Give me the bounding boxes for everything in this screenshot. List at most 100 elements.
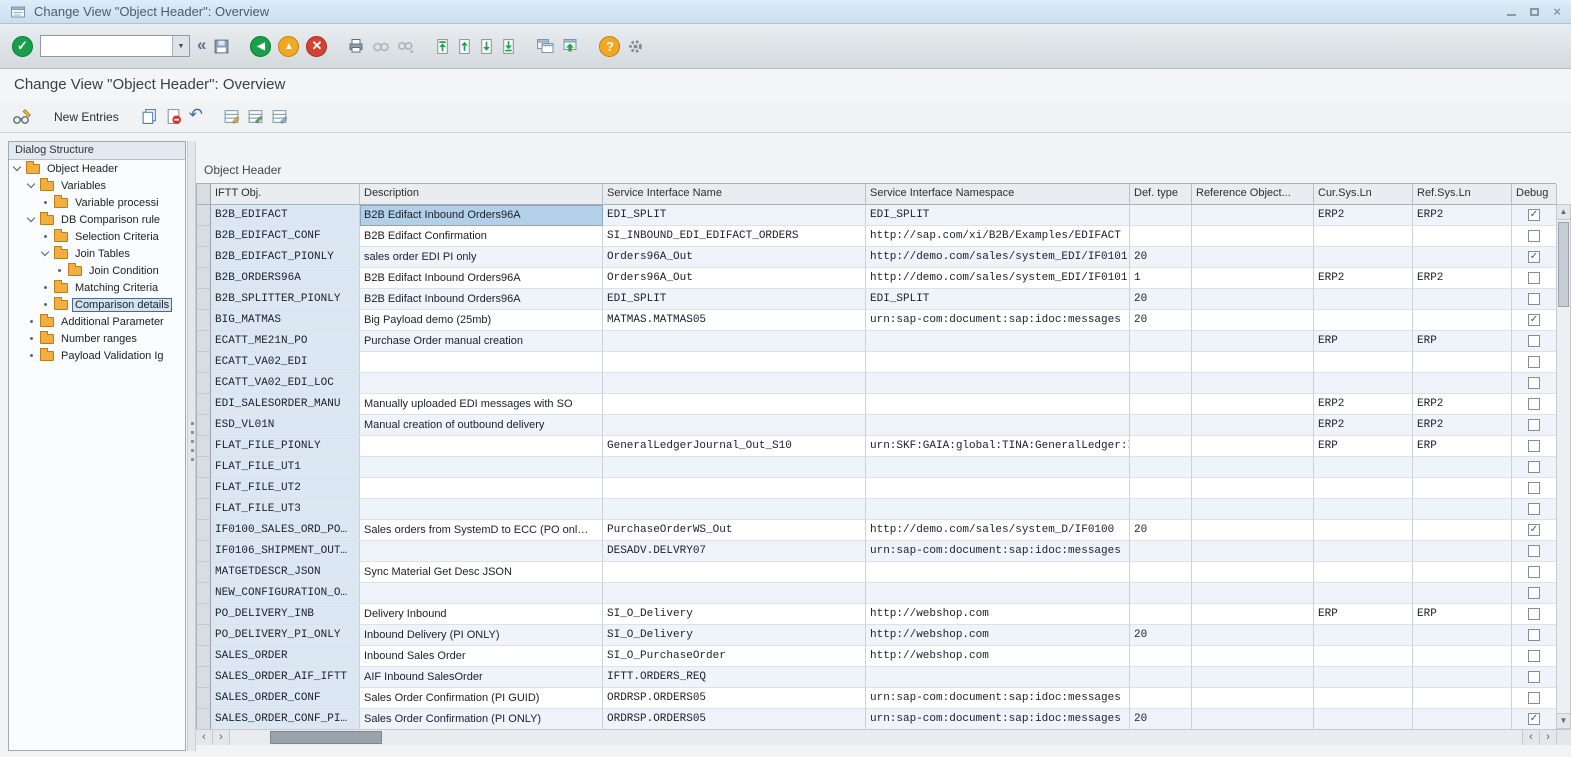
cell-reference_object[interactable] [1192,688,1314,709]
tree-item-join-condition[interactable]: Join Condition [9,262,185,279]
row-selector[interactable] [197,415,211,436]
cell-obj[interactable]: B2B_ORDERS96A [211,268,360,289]
cell-service_interface_name[interactable]: SI_O_PurchaseOrder [603,646,866,667]
enter-button[interactable]: ✓ [12,33,33,59]
column-scroll-left-button[interactable]: ‹ [1522,730,1539,745]
cell-reference_object[interactable] [1192,436,1314,457]
cell-service_interface_namespace[interactable]: urn:sap-com:document:sap:idoc:messages [866,688,1130,709]
cell-service_interface_name[interactable] [603,331,866,352]
cell-debug[interactable] [1512,646,1557,667]
tree-item-payload-validation-ig[interactable]: Payload Validation Ig [9,347,185,364]
cell-service_interface_namespace[interactable]: http://demo.com/sales/system_EDI/IF0101 [866,247,1130,268]
cell-service_interface_namespace[interactable] [866,352,1130,373]
cell-service_interface_name[interactable]: DESADV.DELVRY07 [603,541,866,562]
cell-debug[interactable] [1512,499,1557,520]
table-vscrollbar[interactable]: ▲ ▼ [1556,204,1571,729]
cell-ref_sys_ln[interactable] [1413,541,1512,562]
cell-description[interactable]: Sync Material Get Desc JSON [360,562,603,583]
cell-service_interface_namespace[interactable] [866,583,1130,604]
scroll-right-button[interactable]: › [213,730,230,745]
cell-obj[interactable]: SALES_ORDER_AIF_IFTT [211,667,360,688]
cell-service_interface_namespace[interactable]: http://webshop.com [866,625,1130,646]
cell-reference_object[interactable] [1192,205,1314,226]
row-selector[interactable] [197,478,211,499]
cell-service_interface_name[interactable] [603,478,866,499]
cell-cur_sys_ln[interactable] [1314,457,1413,478]
table-hscrollbar[interactable]: ‹ › ‹ › [196,729,1571,745]
tree-item-db-comparison-rule[interactable]: DB Comparison rule [9,211,185,228]
cell-def_type[interactable]: 20 [1130,520,1192,541]
cell-obj[interactable]: B2B_EDIFACT_PIONLY [211,247,360,268]
debug-checkbox[interactable] [1528,692,1540,704]
debug-checkbox[interactable] [1528,629,1540,641]
cell-debug[interactable]: ✓ [1512,310,1557,331]
cell-service_interface_namespace[interactable] [866,562,1130,583]
cell-reference_object[interactable] [1192,457,1314,478]
cell-service_interface_name[interactable]: SI_O_Delivery [603,625,866,646]
row-selector[interactable] [197,436,211,457]
cell-service_interface_namespace[interactable] [866,331,1130,352]
cell-ref_sys_ln[interactable] [1413,625,1512,646]
cell-cur_sys_ln[interactable]: ERP [1314,604,1413,625]
cell-obj[interactable]: FLAT_FILE_UT3 [211,499,360,520]
row-selector[interactable] [197,646,211,667]
row-selector[interactable] [197,667,211,688]
cell-debug[interactable] [1512,289,1557,310]
cell-service_interface_name[interactable]: Orders96A_Out [603,268,866,289]
cell-debug[interactable]: ✓ [1512,205,1557,226]
debug-checkbox[interactable] [1528,356,1540,368]
cell-def_type[interactable] [1130,499,1192,520]
cell-cur_sys_ln[interactable] [1314,478,1413,499]
cell-cur_sys_ln[interactable] [1314,625,1413,646]
cell-reference_object[interactable] [1192,268,1314,289]
cell-cur_sys_ln[interactable] [1314,289,1413,310]
row-selector[interactable] [197,709,211,730]
find-button[interactable] [372,33,390,59]
undo-button[interactable]: ↶ [189,102,203,128]
cell-ref_sys_ln[interactable] [1413,373,1512,394]
column-header-service_interface_namespace[interactable]: Service Interface Namespace [866,184,1130,205]
command-input[interactable] [41,37,172,55]
cell-def_type[interactable] [1130,205,1192,226]
cell-cur_sys_ln[interactable] [1314,352,1413,373]
debug-checkbox[interactable]: ✓ [1528,209,1540,221]
close-button[interactable]: × [1553,6,1561,18]
scroll-left-button[interactable]: ‹ [196,730,213,745]
cell-cur_sys_ln[interactable]: ERP2 [1314,205,1413,226]
cell-service_interface_name[interactable] [603,394,866,415]
cell-cur_sys_ln[interactable]: ERP2 [1314,268,1413,289]
exit-button[interactable]: ▲ [278,33,299,59]
row-selector[interactable] [197,331,211,352]
cell-reference_object[interactable] [1192,520,1314,541]
select-block-button[interactable] [247,104,264,130]
cell-service_interface_name[interactable]: GeneralLedgerJournal_Out_S10 [603,436,866,457]
cell-description[interactable] [360,478,603,499]
cell-service_interface_name[interactable] [603,457,866,478]
last-page-button[interactable] [501,33,516,59]
cell-ref_sys_ln[interactable] [1413,289,1512,310]
row-selector[interactable] [197,625,211,646]
cell-service_interface_namespace[interactable]: EDI_SPLIT [866,205,1130,226]
panel-splitter[interactable] [187,141,196,751]
cell-service_interface_name[interactable]: SI_INBOUND_EDI_EDIFACT_ORDERS [603,226,866,247]
cell-reference_object[interactable] [1192,289,1314,310]
cell-ref_sys_ln[interactable] [1413,247,1512,268]
cell-description[interactable] [360,499,603,520]
window-menu-icon[interactable] [10,5,26,19]
cell-ref_sys_ln[interactable] [1413,226,1512,247]
splitter-grip-icon[interactable] [191,422,194,464]
cell-reference_object[interactable] [1192,352,1314,373]
row-selector[interactable] [197,268,211,289]
cell-obj[interactable]: MATGETDESCR_JSON [211,562,360,583]
cell-service_interface_namespace[interactable] [866,394,1130,415]
cell-reference_object[interactable] [1192,604,1314,625]
tree-item-object-header[interactable]: Object Header [9,160,185,177]
hscroll-thumb[interactable] [270,731,382,744]
cell-description[interactable]: Big Payload demo (25mb) [360,310,603,331]
cell-def_type[interactable] [1130,436,1192,457]
cell-service_interface_namespace[interactable]: urn:sap-com:document:sap:idoc:messages [866,541,1130,562]
cell-reference_object[interactable] [1192,415,1314,436]
cell-service_interface_name[interactable]: ORDRSP.ORDERS05 [603,709,866,730]
tree-item-additional-parameter[interactable]: Additional Parameter [9,313,185,330]
copy-as-button[interactable] [141,104,158,130]
